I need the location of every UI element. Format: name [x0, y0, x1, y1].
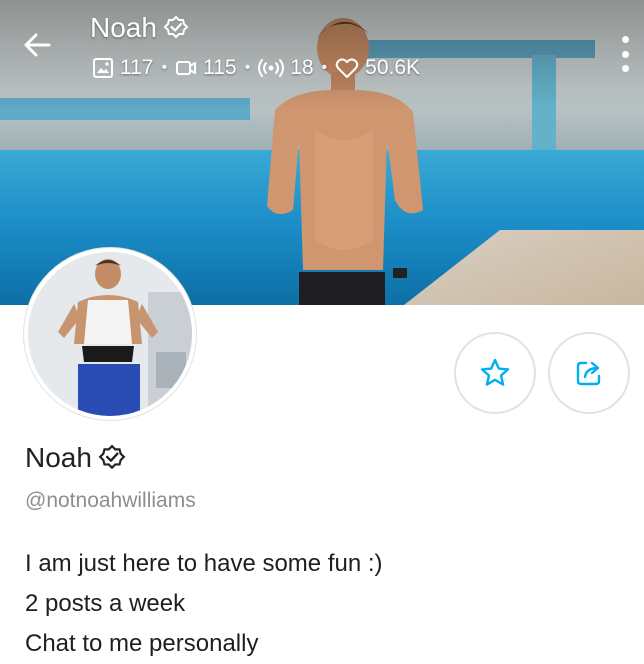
- verified-badge-icon: [163, 15, 189, 39]
- stat-videos-count: 115: [203, 56, 237, 79]
- header-title: Noah: [90, 12, 189, 44]
- stat-likes: 50.6K: [335, 56, 420, 80]
- separator-dot: •: [161, 59, 168, 76]
- stream-icon: [258, 59, 285, 77]
- back-button[interactable]: [22, 30, 58, 66]
- kebab-menu-icon: [621, 36, 629, 43]
- share-icon: [576, 361, 601, 386]
- kebab-dot: [621, 50, 629, 58]
- add-to-favorites-button[interactable]: [454, 332, 536, 414]
- header-stats: 117 • 115 • 18 • 50.6K: [92, 56, 420, 80]
- header-name: Noah: [90, 12, 157, 43]
- photo-icon: [93, 58, 113, 78]
- stat-streams-count: 18: [290, 56, 314, 79]
- stat-videos: 115: [175, 56, 237, 80]
- video-icon: [176, 61, 197, 75]
- profile-name: Noah: [25, 442, 92, 473]
- avatar-image: [28, 252, 192, 416]
- stat-photos-count: 117: [120, 56, 154, 79]
- star-icon: [480, 358, 510, 386]
- profile-bio: I am just here to have some fun :) 2 pos…: [25, 544, 383, 664]
- separator-dot: •: [321, 59, 328, 76]
- heart-icon: [335, 58, 359, 78]
- share-button[interactable]: [548, 332, 630, 414]
- bio-line: 2 posts a week: [25, 590, 186, 617]
- profile-name-row: Noah: [25, 442, 126, 474]
- more-options-button[interactable]: [620, 36, 630, 72]
- verified-badge-icon: [98, 444, 126, 470]
- kebab-dot: [621, 65, 629, 72]
- stat-streams: 18: [258, 56, 314, 80]
- stat-photos: 117: [92, 56, 153, 80]
- back-arrow-icon: [24, 33, 51, 57]
- profile-handle: @notnoahwilliams: [25, 489, 196, 512]
- bio-line: Chat to me personally: [25, 630, 259, 657]
- avatar[interactable]: [24, 248, 196, 420]
- separator-dot: •: [244, 59, 251, 76]
- bio-line: I am just here to have some fun :): [25, 550, 383, 577]
- stat-likes-count: 50.6K: [365, 56, 421, 79]
